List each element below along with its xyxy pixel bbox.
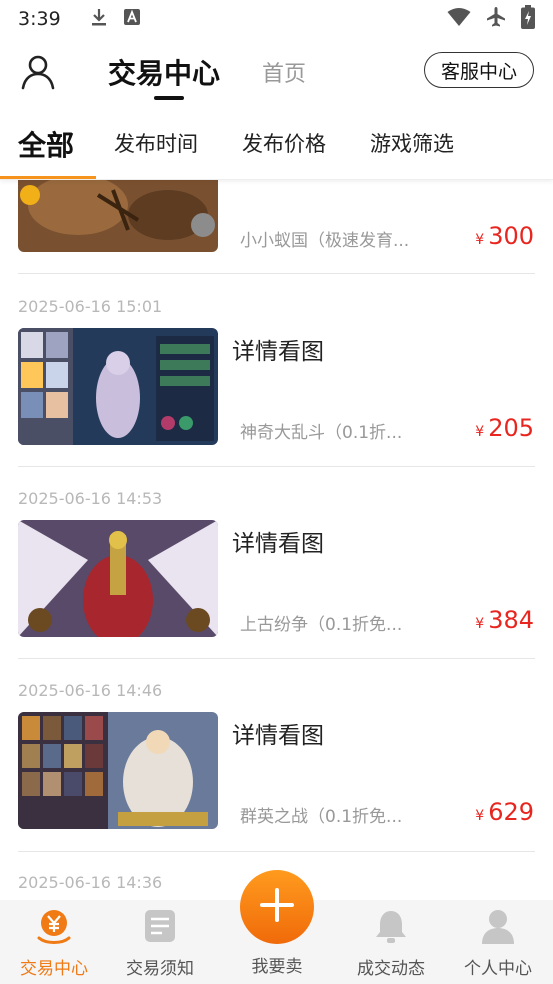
listing-thumbnail (18, 180, 218, 252)
listing-price: ¥384 (475, 606, 534, 634)
listing-date: 2025-06-16 14:36 (18, 873, 163, 892)
listing-game-name: 上古纷争（0.1折免... (240, 615, 403, 635)
sell-label[interactable]: 我要卖 (227, 952, 327, 977)
tab-label: 个人中心 (464, 959, 532, 979)
bell-icon (373, 908, 409, 948)
tab-home[interactable]: 首页 (262, 56, 306, 88)
filter-all[interactable]: 全部 (18, 124, 74, 164)
listing-title[interactable]: 详情看图 (232, 716, 324, 750)
listing-price: ¥629 (475, 798, 534, 826)
active-tab-underline (154, 96, 184, 100)
airplane-icon (485, 6, 507, 32)
sell-button[interactable] (240, 870, 314, 944)
listing-thumbnail[interactable] (18, 520, 218, 637)
wifi-icon (447, 7, 471, 31)
tab-label: 交易须知 (126, 959, 194, 979)
listing-date: 2025-06-16 15:01 (18, 297, 163, 316)
battery-icon (521, 5, 535, 33)
divider (18, 466, 535, 467)
header: 交易中心 首页 客服中心 (0, 38, 553, 106)
listing-thumbnail[interactable] (18, 712, 218, 829)
listing-game-name: 神奇大乱斗（0.1折... (240, 423, 403, 443)
tab-personal-center[interactable]: 个人中心 (448, 908, 548, 979)
download-icon (89, 7, 109, 31)
tab-label: 交易中心 (20, 959, 88, 979)
filter-publish-time[interactable]: 发布时间 (114, 128, 198, 158)
yen-coin-icon (36, 908, 72, 948)
listing-title[interactable]: 详情看图 (232, 332, 324, 366)
divider (18, 658, 535, 659)
listing-list[interactable]: 小小蚁国（极速发育... ¥300 2025-06-16 15:01 详情看图 … (0, 180, 553, 900)
tab-trade-center-bottom[interactable]: 交易中心 (4, 908, 104, 979)
filter-game[interactable]: 游戏筛选 (370, 128, 454, 158)
status-bar: 3:39 (0, 0, 553, 38)
customer-service-button[interactable]: 客服中心 (424, 52, 534, 88)
tab-deal-activity[interactable]: 成交动态 (341, 908, 441, 979)
listing-price: ¥300 (475, 222, 534, 250)
listing-game-name: 小小蚁国（极速发育... (240, 231, 410, 251)
listing-game-name: 群英之战（0.1折免... (240, 807, 403, 827)
listing-date: 2025-06-16 14:46 (18, 681, 163, 700)
listing-title[interactable]: 详情看图 (232, 524, 324, 558)
status-time: 3:39 (18, 8, 61, 30)
listing-date: 2025-06-16 14:53 (18, 489, 163, 508)
tab-label: 成交动态 (357, 959, 425, 979)
tab-trade-notice[interactable]: 交易须知 (110, 908, 210, 979)
filter-bar: 全部 发布时间 发布价格 游戏筛选 (0, 106, 553, 180)
document-icon (142, 908, 178, 948)
a-notification-icon (123, 8, 141, 30)
divider (18, 851, 535, 852)
divider (18, 273, 535, 274)
filter-active-indicator (0, 176, 96, 179)
user-icon (18, 55, 58, 96)
listing-price: ¥205 (475, 414, 534, 442)
listing-thumbnail[interactable] (18, 328, 218, 445)
bottom-tab-bar: 交易中心 交易须知 我要卖 成交动态 个人中心 (0, 870, 553, 984)
tab-trade-center[interactable]: 交易中心 (108, 52, 220, 92)
filter-publish-price[interactable]: 发布价格 (242, 128, 326, 158)
user-button[interactable] (18, 52, 58, 92)
plus-icon (259, 887, 295, 927)
person-icon (480, 908, 516, 948)
